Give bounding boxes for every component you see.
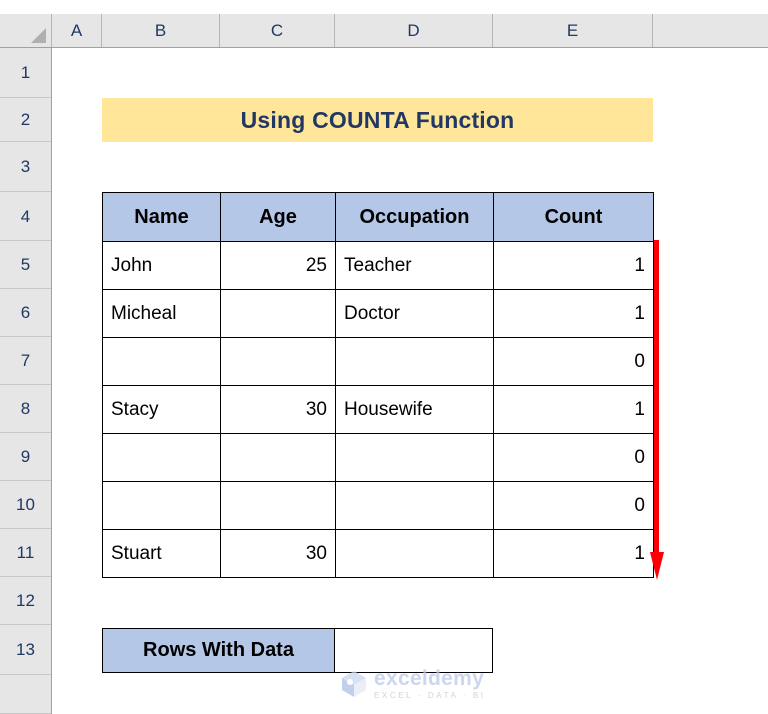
column-header-count: Count xyxy=(493,192,654,242)
cell-count[interactable]: 0 xyxy=(493,433,654,482)
cells-region: Using COUNTA Function Name Age Occupatio… xyxy=(53,48,768,714)
cell-occupation[interactable] xyxy=(335,433,494,482)
cell-name[interactable]: Stacy xyxy=(102,385,221,434)
column-header-d[interactable]: D xyxy=(335,14,493,47)
cell-occupation[interactable] xyxy=(335,481,494,530)
watermark-tagline: EXCEL · DATA · BI xyxy=(374,691,486,700)
table-row: 0 xyxy=(102,433,654,482)
column-header-name: Name xyxy=(102,192,221,242)
row-header-6[interactable]: 6 xyxy=(0,289,51,337)
cell-name[interactable] xyxy=(102,337,221,386)
row-header-2[interactable]: 2 xyxy=(0,98,51,142)
select-all-triangle-icon xyxy=(31,28,46,43)
rows-with-data-label: Rows With Data xyxy=(102,628,335,673)
table-row: 0 xyxy=(102,481,654,530)
column-header-e[interactable]: E xyxy=(493,14,653,47)
row-header-12[interactable]: 12 xyxy=(0,577,51,625)
row-header-14[interactable] xyxy=(0,675,51,714)
cell-count[interactable]: 0 xyxy=(493,481,654,530)
table-row: Stuart 30 1 xyxy=(102,529,654,578)
rows-with-data-value[interactable] xyxy=(335,628,493,673)
spreadsheet-canvas: A B C D E 1 2 3 4 5 6 7 8 9 10 11 12 13 … xyxy=(0,0,768,714)
table-header-row: Name Age Occupation Count xyxy=(102,192,654,242)
cell-name[interactable] xyxy=(102,433,221,482)
row-header-8[interactable]: 8 xyxy=(0,385,51,433)
cell-age[interactable] xyxy=(220,433,336,482)
cell-name[interactable]: Micheal xyxy=(102,289,221,338)
page-title: Using COUNTA Function xyxy=(240,106,515,133)
column-header-age: Age xyxy=(220,192,336,242)
cell-count[interactable]: 1 xyxy=(493,289,654,338)
select-all-button[interactable] xyxy=(0,14,52,47)
row-header-1[interactable]: 1 xyxy=(0,48,51,98)
column-header-b[interactable]: B xyxy=(102,14,220,47)
cell-age[interactable] xyxy=(220,337,336,386)
cell-age[interactable]: 30 xyxy=(220,529,336,578)
column-header-f[interactable] xyxy=(653,14,768,47)
cell-age[interactable]: 30 xyxy=(220,385,336,434)
exceldemy-logo-icon xyxy=(341,670,367,698)
table-row: Stacy 30 Housewife 1 xyxy=(102,385,654,434)
cell-occupation[interactable] xyxy=(335,337,494,386)
cell-name[interactable]: Stuart xyxy=(102,529,221,578)
cell-age[interactable]: 25 xyxy=(220,241,336,290)
cell-count[interactable]: 0 xyxy=(493,337,654,386)
row-header-11[interactable]: 11 xyxy=(0,529,51,577)
cell-occupation[interactable]: Housewife xyxy=(335,385,494,434)
cell-age[interactable] xyxy=(220,481,336,530)
title-banner-cell: Using COUNTA Function xyxy=(102,98,653,142)
column-header-bar: A B C D E xyxy=(0,14,768,48)
data-table: Name Age Occupation Count John 25 Teache… xyxy=(102,192,654,578)
row-header-7[interactable]: 7 xyxy=(0,337,51,385)
row-header-3[interactable]: 3 xyxy=(0,142,51,192)
cell-age[interactable] xyxy=(220,289,336,338)
cell-count[interactable]: 1 xyxy=(493,241,654,290)
row-header-13[interactable]: 13 xyxy=(0,625,51,675)
arrow-shaft xyxy=(654,240,659,558)
cell-occupation[interactable] xyxy=(335,529,494,578)
column-header-a[interactable]: A xyxy=(52,14,102,47)
column-header-c[interactable]: C xyxy=(220,14,335,47)
row-header-10[interactable]: 10 xyxy=(0,481,51,529)
cell-occupation[interactable]: Doctor xyxy=(335,289,494,338)
row-header-5[interactable]: 5 xyxy=(0,241,51,289)
table-row: John 25 Teacher 1 xyxy=(102,241,654,290)
column-header-occupation: Occupation xyxy=(335,192,494,242)
summary-row: Rows With Data xyxy=(102,628,493,673)
cell-count[interactable]: 1 xyxy=(493,529,654,578)
cell-name[interactable]: John xyxy=(102,241,221,290)
cell-count[interactable]: 1 xyxy=(493,385,654,434)
table-row: Micheal Doctor 1 xyxy=(102,289,654,338)
row-header-9[interactable]: 9 xyxy=(0,433,51,481)
row-header-4[interactable]: 4 xyxy=(0,192,51,241)
row-header-bar: 1 2 3 4 5 6 7 8 9 10 11 12 13 xyxy=(0,48,52,714)
table-row: 0 xyxy=(102,337,654,386)
cell-name[interactable] xyxy=(102,481,221,530)
cell-occupation[interactable]: Teacher xyxy=(335,241,494,290)
